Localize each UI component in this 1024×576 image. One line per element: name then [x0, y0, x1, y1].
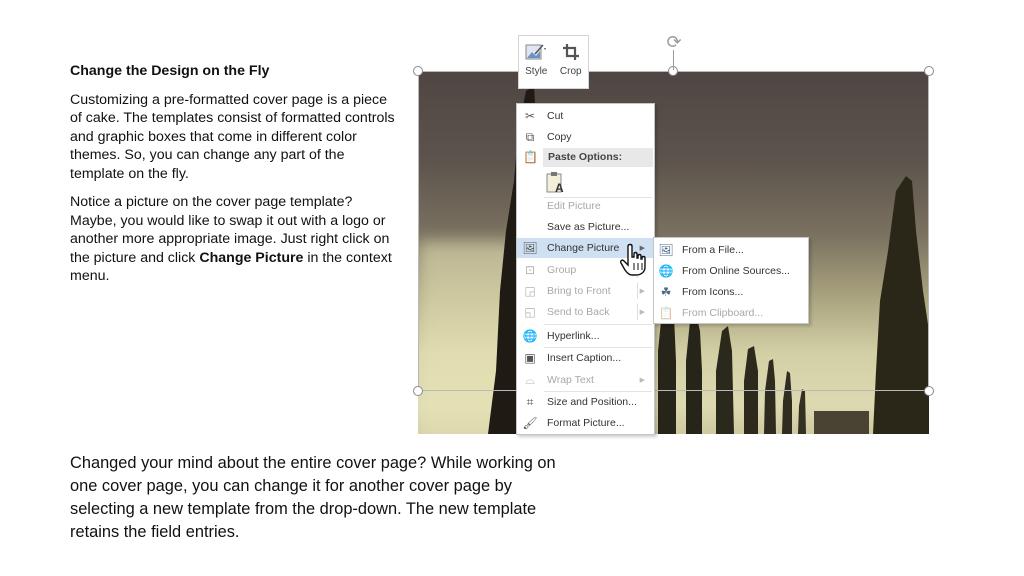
menu-item-format-picture[interactable]: 🖌 Format Picture... — [517, 413, 654, 433]
submenu-arrow-icon: ▶ — [639, 288, 645, 295]
paragraph-change-cover: Changed your mind about the entire cover… — [70, 454, 556, 541]
paste-icon: 📋 — [523, 150, 538, 164]
submenu-item-from-file[interactable]: 🖼 From a File... — [654, 239, 808, 260]
format-picture-icon: 🖌 — [522, 416, 538, 430]
change-picture-icon: 🖼 — [522, 241, 538, 255]
submenu-arrow-icon: ▶ — [639, 309, 645, 316]
paste-keep-text-only-icon[interactable]: A — [545, 170, 567, 194]
insert-caption-icon: ▣ — [524, 351, 536, 365]
menu-item-hyperlink[interactable]: 🌐 Hyperlink... — [517, 326, 654, 346]
send-to-back-icon: ◱ — [524, 305, 536, 319]
change-picture-submenu: 🖼 From a File... 🌐 From Online Sources..… — [653, 237, 809, 324]
icons-icon: ☘ — [660, 284, 672, 299]
bring-to-front-icon: ◲ — [524, 284, 536, 298]
submenu-item-from-clipboard[interactable]: 📋 From Clipboard... — [654, 302, 808, 323]
resize-handle-top-left[interactable] — [413, 66, 423, 76]
resize-handle-left[interactable] — [413, 386, 423, 396]
intro-text-block: Change the Design on the Fly Customizing… — [70, 62, 400, 296]
menu-item-copy[interactable]: ⧉ Copy — [517, 127, 654, 147]
clipboard-icon: 📋 — [658, 305, 674, 320]
submenu-arrow-icon: ▶ — [639, 377, 645, 384]
menu-item-send-to-back[interactable]: ◱ Send to Back ▶ — [517, 302, 654, 322]
wrap-text-icon: ⌓ — [525, 372, 535, 387]
picture-style-icon — [525, 44, 547, 60]
online-sources-icon: 🌐 — [658, 263, 674, 278]
hand-pointer-cursor-icon — [620, 243, 646, 276]
menu-item-size-and-position[interactable]: ⌗ Size and Position... — [517, 392, 654, 412]
menu-item-save-as-picture[interactable]: Save as Picture... — [517, 217, 654, 237]
crop-icon — [562, 44, 579, 60]
section-heading: Change the Design on the Fly — [70, 63, 270, 79]
split-divider — [637, 283, 638, 299]
from-file-icon: 🖼 — [658, 242, 674, 257]
resize-handle-top-right[interactable] — [924, 66, 934, 76]
split-divider — [637, 304, 638, 320]
submenu-item-from-online-sources[interactable]: 🌐 From Online Sources... — [654, 260, 808, 281]
change-picture-emphasis: Change Picture — [199, 249, 304, 266]
hyperlink-icon: 🌐 — [522, 329, 538, 343]
paragraph-notice: Notice a picture on the cover page templ… — [70, 194, 392, 284]
menu-item-edit-picture[interactable]: Edit Picture — [517, 196, 654, 216]
menu-item-insert-caption[interactable]: ▣ Insert Caption... — [517, 348, 654, 368]
group-icon: ⊡ — [524, 263, 536, 277]
menu-item-wrap-text[interactable]: ⌓ Wrap Text ▶ — [517, 370, 654, 390]
resize-handle-right[interactable] — [924, 386, 934, 396]
paragraph-customizing: Customizing a pre-formatted cover page i… — [70, 91, 395, 182]
rotation-stem — [673, 50, 674, 70]
crop-button[interactable]: Crop — [555, 42, 587, 88]
size-position-icon: ⌗ — [526, 394, 534, 409]
paste-options-header: Paste Options: — [543, 148, 653, 167]
svg-text:A: A — [555, 181, 564, 194]
menu-separator — [544, 324, 652, 325]
scissors-icon: ✂ — [524, 109, 536, 123]
style-button[interactable]: Style — [520, 42, 552, 88]
mini-toolbar: Style Crop — [518, 35, 589, 89]
menu-item-bring-to-front[interactable]: ◲ Bring to Front ▶ — [517, 281, 654, 301]
submenu-item-from-icons[interactable]: ☘ From Icons... — [654, 281, 808, 302]
rotate-handle-icon[interactable]: ⟳ — [664, 32, 684, 52]
copy-icon: ⧉ — [525, 129, 535, 144]
menu-item-cut[interactable]: ✂ Cut — [517, 106, 654, 126]
